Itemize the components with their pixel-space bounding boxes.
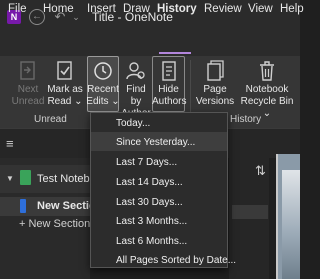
tab-home[interactable]: Home [43,3,74,15]
find-by-author-icon [126,62,145,80]
tab-draw[interactable]: Draw [123,3,150,15]
next-unread-line1: Next [17,84,39,95]
notebook-icon [20,170,31,185]
tab-help[interactable]: Help [280,3,304,15]
group-label-unread: Unread [34,114,67,125]
mark-as-read-icon [57,61,72,80]
section-color-marker [20,199,26,213]
mark-as-read-line1: Mark as [47,84,83,95]
menu-item-today[interactable]: Today... [116,118,150,129]
add-section-button[interactable]: + New Section [19,218,90,230]
mark-as-read-line2: Read ⌄ [47,96,83,107]
find-by-author-button[interactable]: Find by Author [120,60,152,120]
recent-edits-line2: Edits ⌄ [86,96,120,107]
menu-item-since-yesterday[interactable]: Since Yesterday... [116,137,195,148]
group-label-history: History [230,114,262,125]
page-image [282,170,300,279]
sort-pages-icon[interactable]: ⇅ [255,163,266,179]
find-by-author-line1: Find by [126,84,146,107]
tab-view[interactable]: View [248,3,273,15]
expand-notebook-icon[interactable]: ▼ [6,174,14,183]
recent-edits-clock-icon [94,62,112,80]
next-unread-line2: Unread [11,96,45,107]
page-versions-button[interactable]: Page Versions ⌄ [193,60,237,120]
menu-item-last-30-days[interactable]: Last 30 Days... [116,197,183,208]
menu-item-last-6-months[interactable]: Last 6 Months... [116,236,187,247]
tab-insert[interactable]: Insert [87,3,116,15]
page-versions-icon [207,60,224,81]
hide-authors-icon [161,61,176,81]
menu-item-last-7-days[interactable]: Last 7 Days... [116,157,177,168]
menu-item-last-3-months[interactable]: Last 3 Months... [116,216,187,227]
menu-item-last-14-days[interactable]: Last 14 Days... [116,177,183,188]
recycle-bin-icon [260,61,274,81]
notebook-recycle-bin-button[interactable]: Notebook Recycle Bin ⌄ [238,60,296,120]
tab-history[interactable]: History [157,3,197,15]
page-list-item[interactable] [232,205,268,219]
next-unread-button[interactable]: Next Unread [10,60,46,108]
recycle-bin-line1: Notebook [245,84,289,95]
hamburger-menu-icon[interactable]: ≡ [6,136,14,151]
recent-edits-line1: Recent [87,84,119,95]
mark-as-read-button[interactable]: Mark as Read ⌄ [47,60,83,108]
active-tab-indicator [159,52,191,54]
hide-authors-button[interactable]: Hide Authors [152,60,187,108]
next-unread-icon [20,61,35,80]
hide-authors-line1: Hide [158,84,179,95]
hide-authors-line2: Authors [152,96,187,107]
ribbon-tabs [0,34,300,56]
recent-edits-button[interactable]: Recent Edits ⌄ [86,60,120,108]
page-versions-line1: Page [203,84,227,95]
tab-review[interactable]: Review [204,3,242,15]
menu-item-all-pages-sorted[interactable]: All Pages Sorted by Date... [116,255,236,266]
tab-file[interactable]: File [8,3,27,15]
